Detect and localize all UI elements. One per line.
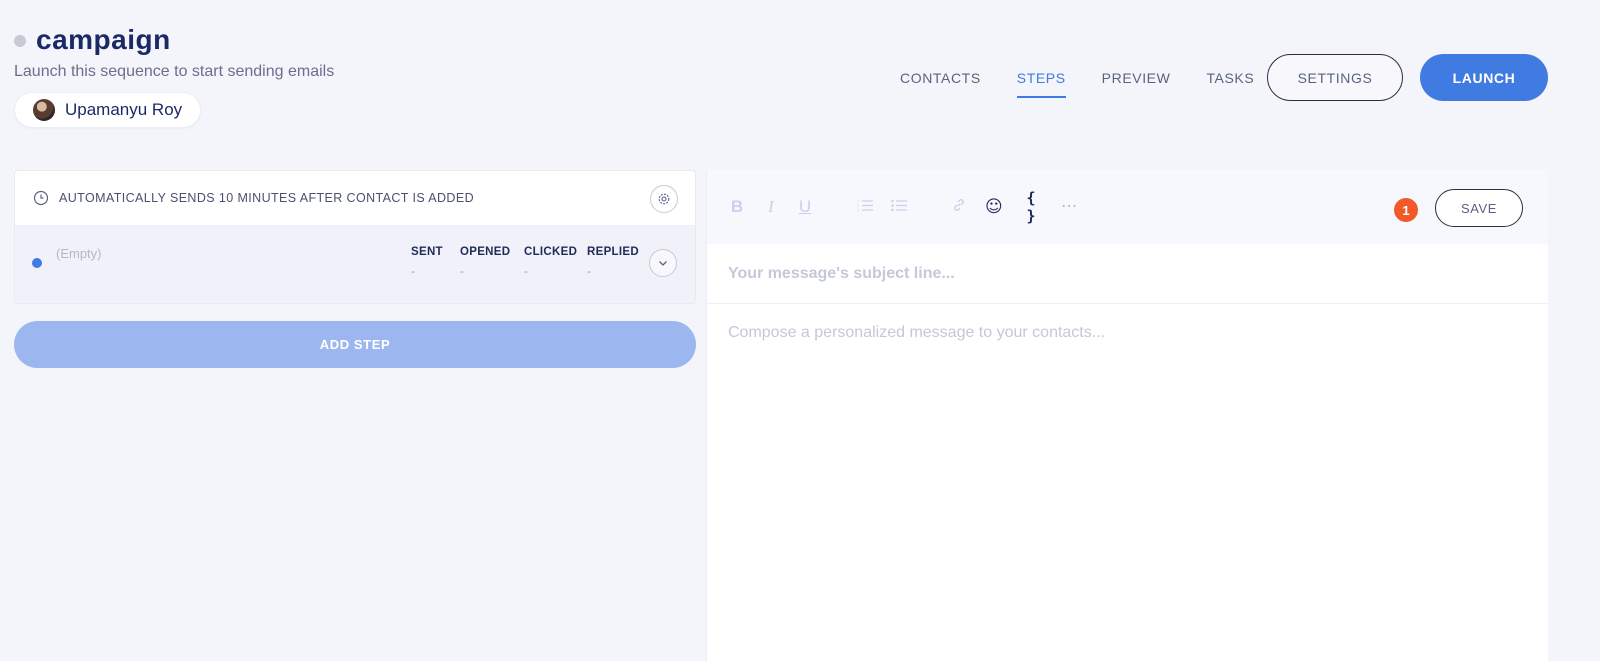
status-dot (14, 35, 26, 47)
stat-value: - (460, 264, 464, 278)
step-card: AUTOMATICALLY SENDS 10 MINUTES AFTER CON… (14, 170, 696, 304)
settings-button[interactable]: SETTINGS (1267, 54, 1403, 101)
tab-contacts[interactable]: CONTACTS (900, 70, 981, 98)
italic-icon[interactable]: I (763, 197, 779, 217)
message-body-input[interactable]: Compose a personalized message to your c… (707, 304, 1548, 362)
avatar (33, 99, 55, 121)
nav-tabs: CONTACTS STEPS PREVIEW TASKS (900, 70, 1254, 98)
launch-button[interactable]: LAUNCH (1420, 54, 1548, 101)
stat-value: - (411, 264, 415, 278)
variables-icon[interactable]: { } (1019, 189, 1043, 225)
stat-label: CLICKED (524, 246, 578, 258)
message-editor: B I U 1 2 3 ☺ {} ··· 1 SAVE Your messag… (706, 170, 1548, 661)
save-button[interactable]: SAVE (1435, 189, 1523, 227)
page-title[interactable]: campaign (36, 24, 171, 56)
subject-input[interactable]: Your message's subject line... (707, 244, 1548, 304)
schedule-text: AUTOMATICALLY SENDS 10 MINUTES AFTER CON… (59, 191, 475, 205)
step-stats: SENT - OPENED - CLICKED - REPLIED - (411, 246, 653, 278)
chevron-down-icon (659, 261, 667, 266)
emoji-icon[interactable]: ☺ (985, 197, 1003, 217)
stat-replied: REPLIED - (587, 246, 639, 278)
ordered-list-icon[interactable]: 1 2 3 (857, 197, 873, 217)
stat-value: - (524, 264, 528, 278)
step-settings-button[interactable] (650, 185, 678, 213)
editor-toolbar: B I U 1 2 3 ☺ {} ··· 1 SAVE (707, 170, 1548, 244)
tab-preview[interactable]: PREVIEW (1102, 70, 1171, 98)
step-name: (Empty) (56, 246, 102, 261)
stat-opened: OPENED - (460, 246, 510, 278)
more-icon[interactable]: ··· (1061, 197, 1077, 217)
stat-label: SENT (411, 246, 443, 258)
step-status-dot (32, 258, 42, 268)
owner-name: Upamanyu Roy (65, 100, 183, 119)
stat-label: OPENED (460, 246, 511, 258)
link-icon[interactable] (951, 197, 967, 218)
tab-steps[interactable]: STEPS (1016, 70, 1066, 98)
add-step-button[interactable]: ADD STEP (14, 321, 696, 368)
stat-sent: SENT - (411, 246, 446, 278)
notification-badge: 1 (1394, 198, 1418, 222)
step-schedule-header: AUTOMATICALLY SENDS 10 MINUTES AFTER CON… (15, 171, 695, 226)
campaign-header: campaign Launch this sequence to start s… (0, 0, 1600, 150)
svg-text:3: 3 (857, 208, 860, 213)
tab-tasks[interactable]: TASKS (1206, 70, 1254, 98)
gear-icon (658, 193, 670, 205)
stat-value: - (587, 264, 591, 278)
bold-icon[interactable]: B (729, 197, 745, 217)
stat-label: REPLIED (587, 246, 639, 258)
bullet-list-icon[interactable] (891, 197, 907, 217)
page-subtitle: Launch this sequence to start sending em… (14, 63, 335, 80)
underline-icon[interactable]: U (797, 197, 813, 217)
owner-chip[interactable]: Upamanyu Roy (14, 92, 202, 128)
clock-icon (33, 190, 49, 206)
expand-step-button[interactable] (649, 249, 677, 277)
stat-clicked: CLICKED - (524, 246, 578, 278)
